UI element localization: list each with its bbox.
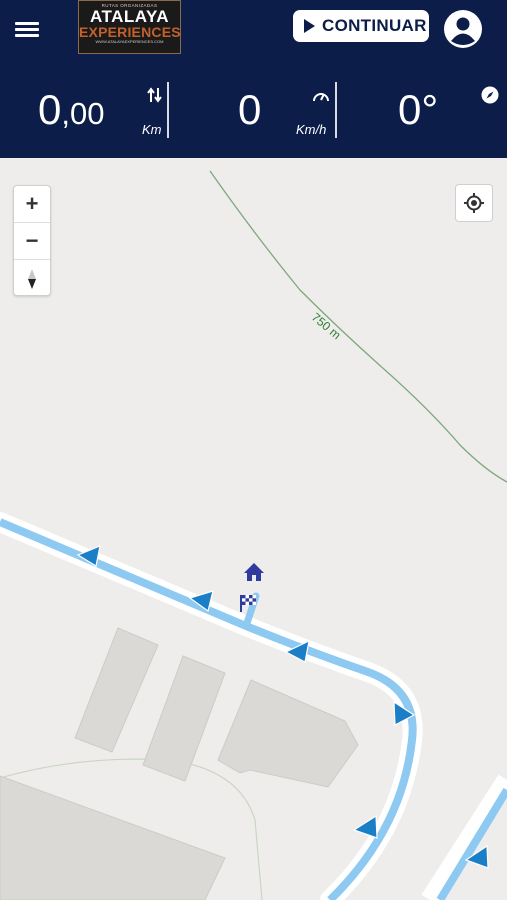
road xyxy=(421,774,507,900)
compass-icon xyxy=(481,86,499,104)
route-arrows-icon xyxy=(147,87,162,103)
distance-value: 0,00 xyxy=(38,86,105,133)
user-account-icon[interactable] xyxy=(443,9,483,49)
heading-value: 0° xyxy=(398,86,439,133)
zoom-control: + − xyxy=(13,185,51,296)
speedometer-icon xyxy=(313,93,329,102)
building xyxy=(217,679,359,788)
logo-line1: ATALAYA xyxy=(89,7,170,26)
home-icon[interactable] xyxy=(244,563,264,581)
brand-logo: RUTAS ORGANIZADAS ATALAYA EXPERIENCES WW… xyxy=(78,0,181,54)
stat-divider xyxy=(167,82,169,138)
logo-line2: EXPERIENCES xyxy=(79,24,181,40)
building xyxy=(74,627,159,753)
continue-button[interactable]: CONTINUAR xyxy=(293,10,429,42)
top-bar: RUTAS ORGANIZADAS ATALAYA EXPERIENCES WW… xyxy=(0,0,507,158)
distance-unit: Km xyxy=(142,122,162,137)
building xyxy=(0,775,226,900)
crosshair-icon xyxy=(464,193,484,213)
zoom-in-button[interactable]: + xyxy=(14,186,50,223)
stat-divider xyxy=(335,82,337,138)
menu-icon[interactable] xyxy=(12,18,42,42)
north-arrow-icon xyxy=(28,268,36,289)
map-view[interactable]: 750 m xyxy=(0,158,507,900)
locate-me-button[interactable] xyxy=(455,184,493,222)
reset-north-button[interactable] xyxy=(14,260,50,297)
continue-label: CONTINUAR xyxy=(322,16,427,35)
zoom-out-button[interactable]: − xyxy=(14,223,50,260)
building xyxy=(142,655,226,782)
telemetry-panel: 0,00 Km 0 Km/h 0° xyxy=(0,80,507,140)
route-arrow xyxy=(352,814,378,839)
speed-unit: Km/h xyxy=(296,122,327,137)
route-line xyxy=(436,787,507,900)
play-icon xyxy=(304,19,315,33)
map-canvas xyxy=(0,170,507,900)
speed-value: 0 xyxy=(238,86,262,133)
